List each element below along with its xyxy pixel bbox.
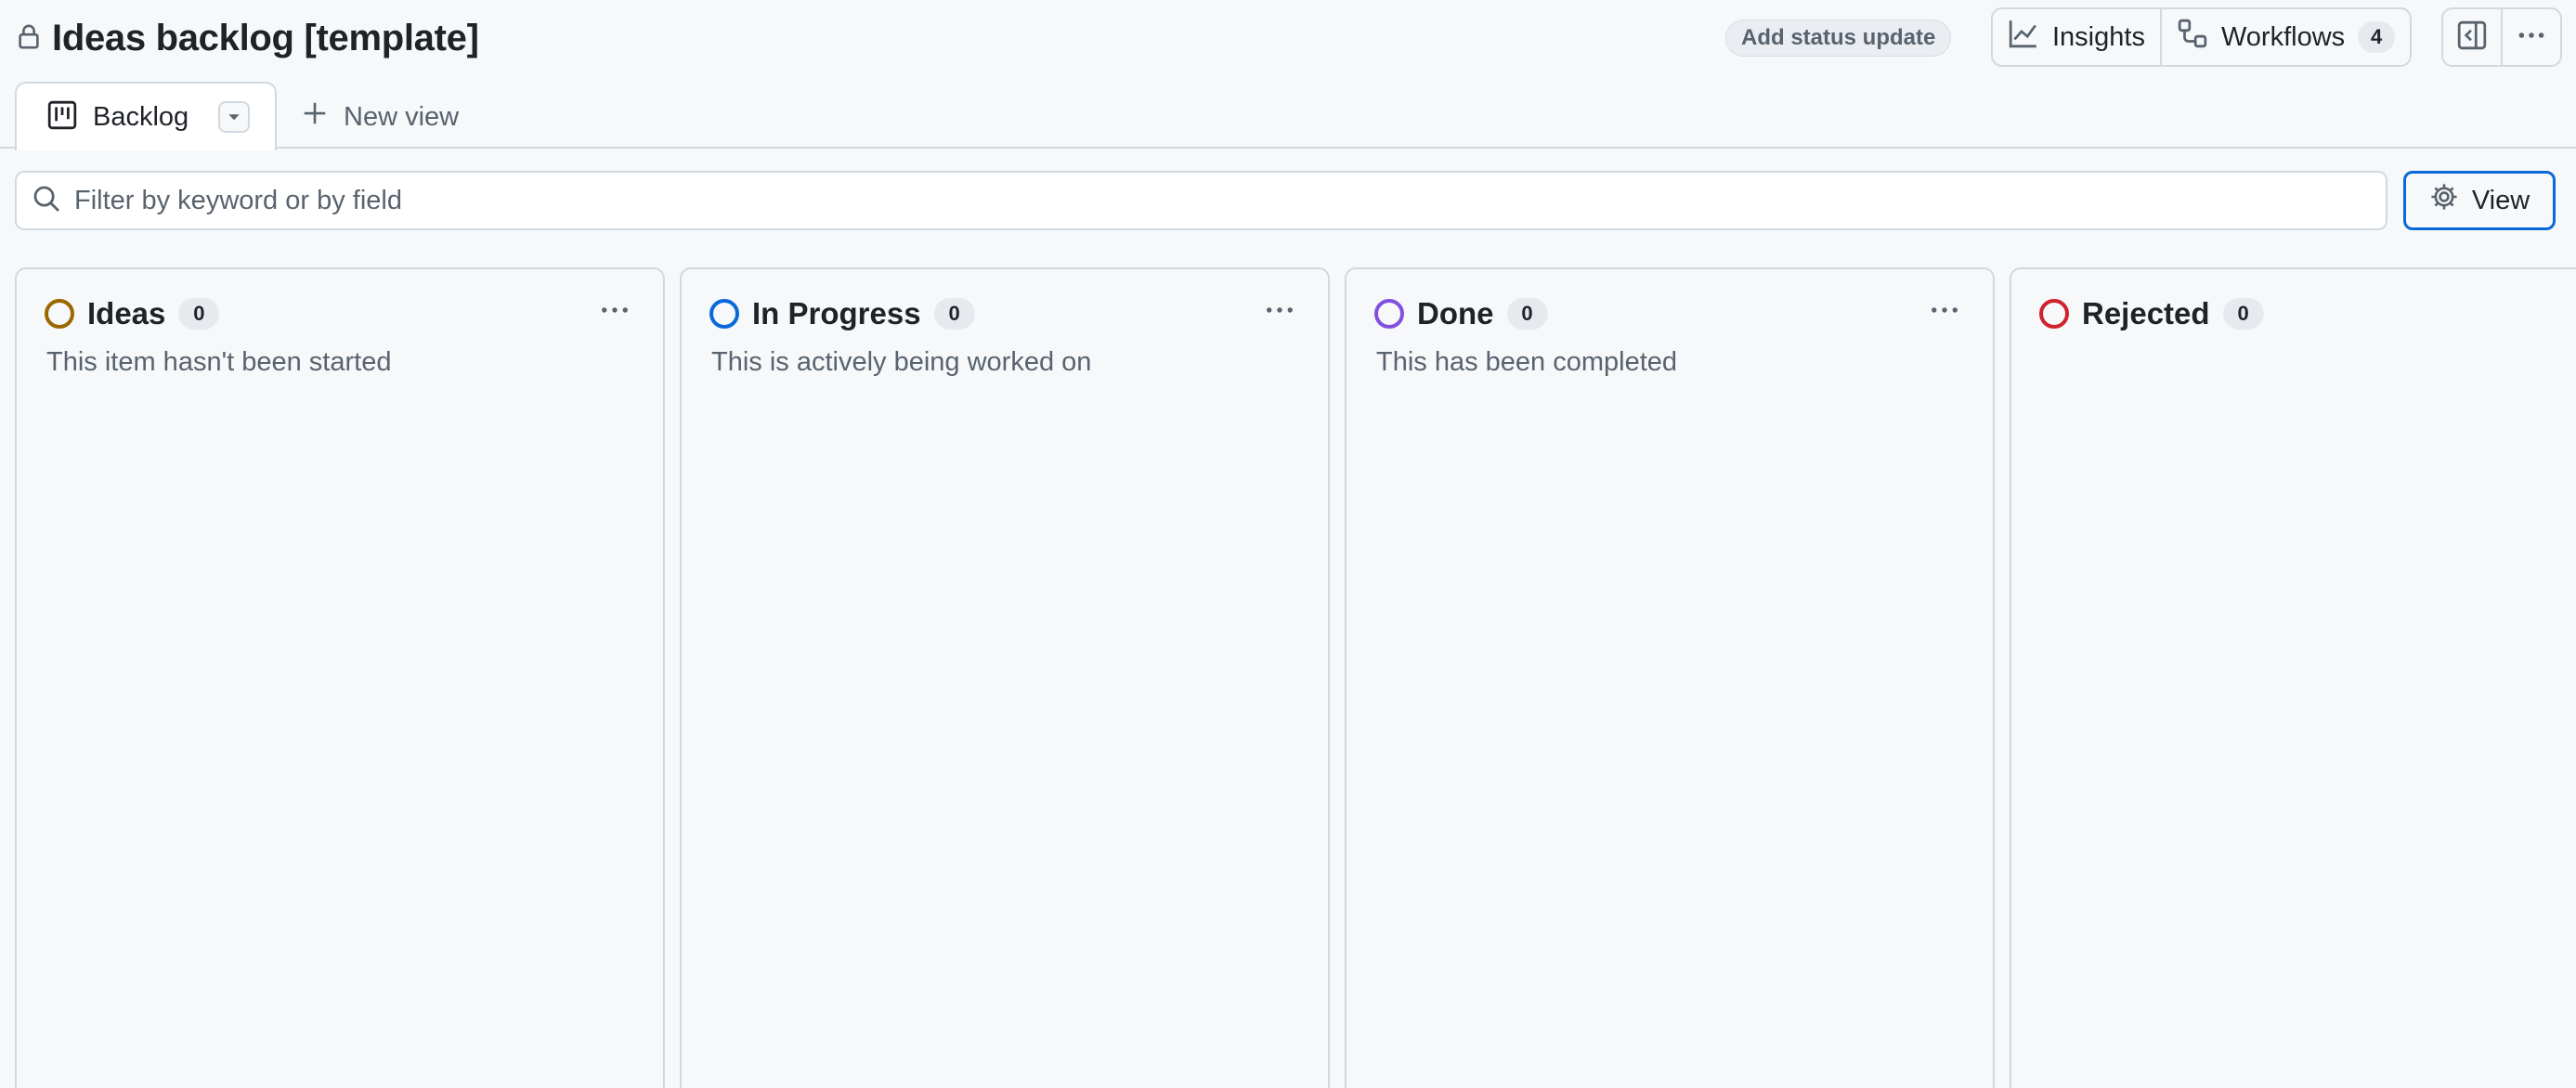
column-description: This is actively being worked on xyxy=(711,347,1092,377)
column-header: Ideas 0 xyxy=(45,295,220,332)
add-status-update-button[interactable]: Add status update xyxy=(1725,19,1952,57)
project-board-page: Ideas backlog [template] Add status upda… xyxy=(0,0,2576,1088)
workflows-button[interactable]: Workflows 4 xyxy=(2159,9,2410,65)
filter-input[interactable] xyxy=(74,185,2386,216)
column-name: Ideas xyxy=(87,296,166,330)
column-name: In Progress xyxy=(752,296,921,330)
column-header: Done 0 xyxy=(1374,295,1548,332)
view-button-label: View xyxy=(2471,185,2530,215)
column-count-badge: 0 xyxy=(933,298,975,330)
new-view-label: New view xyxy=(344,101,460,132)
search-icon xyxy=(32,184,61,218)
title-area: Ideas backlog [template] xyxy=(15,13,479,63)
gear-icon xyxy=(2429,182,2459,219)
column-header: In Progress 0 xyxy=(709,295,975,332)
status-circle-icon xyxy=(1374,299,1404,329)
kebab-horizontal-icon xyxy=(1267,307,1293,313)
insights-button[interactable]: Insights xyxy=(1993,9,2160,65)
new-view-button[interactable]: New view xyxy=(301,97,459,137)
plus-icon xyxy=(301,99,329,135)
column-count-badge: 0 xyxy=(2222,298,2264,330)
filter-bar xyxy=(15,171,2387,230)
tab-backlog-label: Backlog xyxy=(93,101,189,132)
sidebar-expand-icon xyxy=(2456,19,2488,56)
column-name: Rejected xyxy=(2082,296,2210,330)
kebab-horizontal-icon xyxy=(2516,19,2547,56)
workflows-label: Workflows xyxy=(2220,21,2346,52)
column-count-badge: 0 xyxy=(1506,298,1548,330)
more-options-button[interactable] xyxy=(2501,9,2560,65)
view-options-button[interactable]: View xyxy=(2403,171,2556,230)
page-title: Ideas backlog [template] xyxy=(52,17,479,58)
triangle-down-icon xyxy=(228,114,240,121)
sidebar-toggle-button[interactable] xyxy=(2443,9,2501,65)
column-description: This has been completed xyxy=(1376,347,1678,377)
column-name: Done xyxy=(1417,296,1494,330)
project-header: Ideas backlog [template] Add status upda… xyxy=(0,0,2576,76)
tab-options-button[interactable] xyxy=(218,101,251,133)
header-icon-group xyxy=(2441,7,2562,67)
board-column-in-progress: In Progress 0 This is actively being wor… xyxy=(680,267,1330,1088)
column-menu-button[interactable] xyxy=(594,291,635,329)
lock-icon xyxy=(15,22,43,55)
board-column-rejected: Rejected 0 xyxy=(2010,267,2576,1088)
column-description: This item hasn't been started xyxy=(46,347,392,377)
column-menu-button[interactable] xyxy=(1259,291,1300,329)
tab-backlog[interactable]: Backlog xyxy=(15,82,277,150)
view-tabs: Backlog New view xyxy=(0,76,2576,150)
column-header: Rejected 0 xyxy=(2039,295,2264,332)
column-menu-button[interactable] xyxy=(1924,291,1965,329)
board-column-done: Done 0 This has been completed xyxy=(1345,267,1995,1088)
status-circle-icon xyxy=(709,299,739,329)
column-count-badge: 0 xyxy=(178,298,220,330)
board-column-ideas: Ideas 0 This item hasn't been started xyxy=(15,267,665,1088)
status-circle-icon xyxy=(45,299,74,329)
workflow-icon xyxy=(2177,18,2208,57)
header-button-group: Insights Workflows 4 xyxy=(1991,7,2413,67)
graph-icon xyxy=(2008,18,2039,57)
status-circle-icon xyxy=(2039,299,2069,329)
workflows-count-badge: 4 xyxy=(2358,21,2396,53)
insights-label: Insights xyxy=(2052,21,2145,52)
project-board-icon xyxy=(46,99,78,136)
kebab-horizontal-icon xyxy=(602,307,628,313)
kebab-horizontal-icon xyxy=(1932,307,1958,313)
